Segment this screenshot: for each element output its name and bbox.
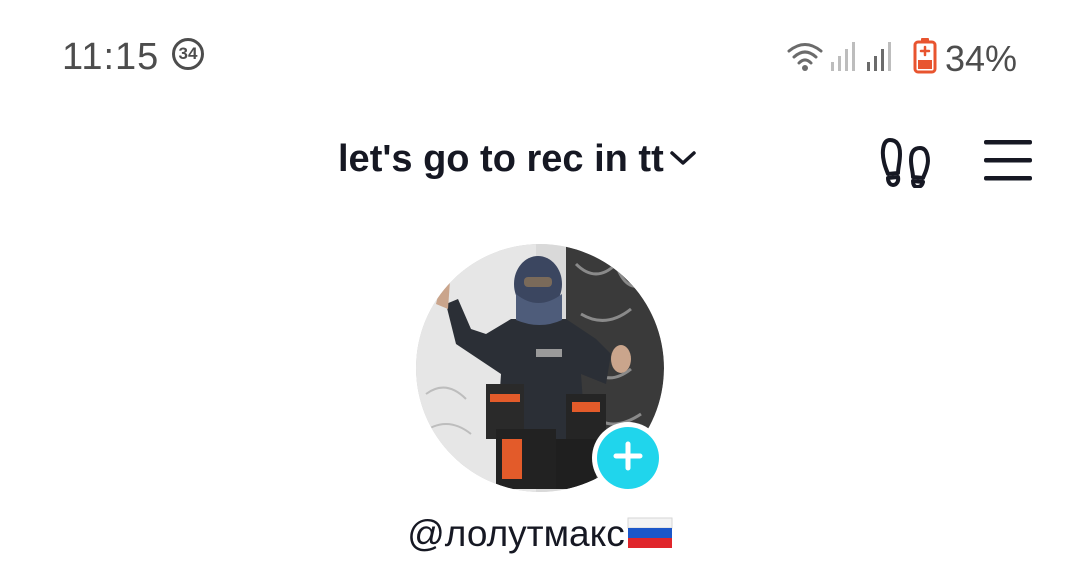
account-name: let's go to rec in tt <box>338 138 664 180</box>
add-profile-photo-button[interactable] <box>592 422 664 494</box>
notification-count-badge: 34 <box>172 38 204 70</box>
russia-flag-icon <box>627 516 673 555</box>
footprint-button[interactable] <box>876 134 936 189</box>
signal-icon <box>866 40 894 77</box>
account-switcher-button[interactable]: let's go to rec in tt <box>338 138 698 181</box>
status-bar: 11:15 34 34% <box>0 0 1080 110</box>
plus-icon <box>611 439 645 478</box>
profile-header: let's go to rec in tt <box>0 120 1080 200</box>
chevron-down-icon <box>668 147 698 174</box>
wifi-icon <box>787 40 823 77</box>
battery-percent: 34% <box>945 38 1018 79</box>
signal-icon <box>830 40 858 77</box>
hamburger-menu-icon <box>980 140 1036 190</box>
status-time: 11:15 <box>62 36 160 78</box>
menu-button[interactable] <box>980 136 1036 186</box>
username: @лолутмакс <box>407 512 625 554</box>
footprint-icon <box>876 138 936 192</box>
username-row: @лолутмакс <box>0 512 1080 555</box>
battery-icon <box>913 38 937 79</box>
profile-avatar-container <box>416 244 664 494</box>
